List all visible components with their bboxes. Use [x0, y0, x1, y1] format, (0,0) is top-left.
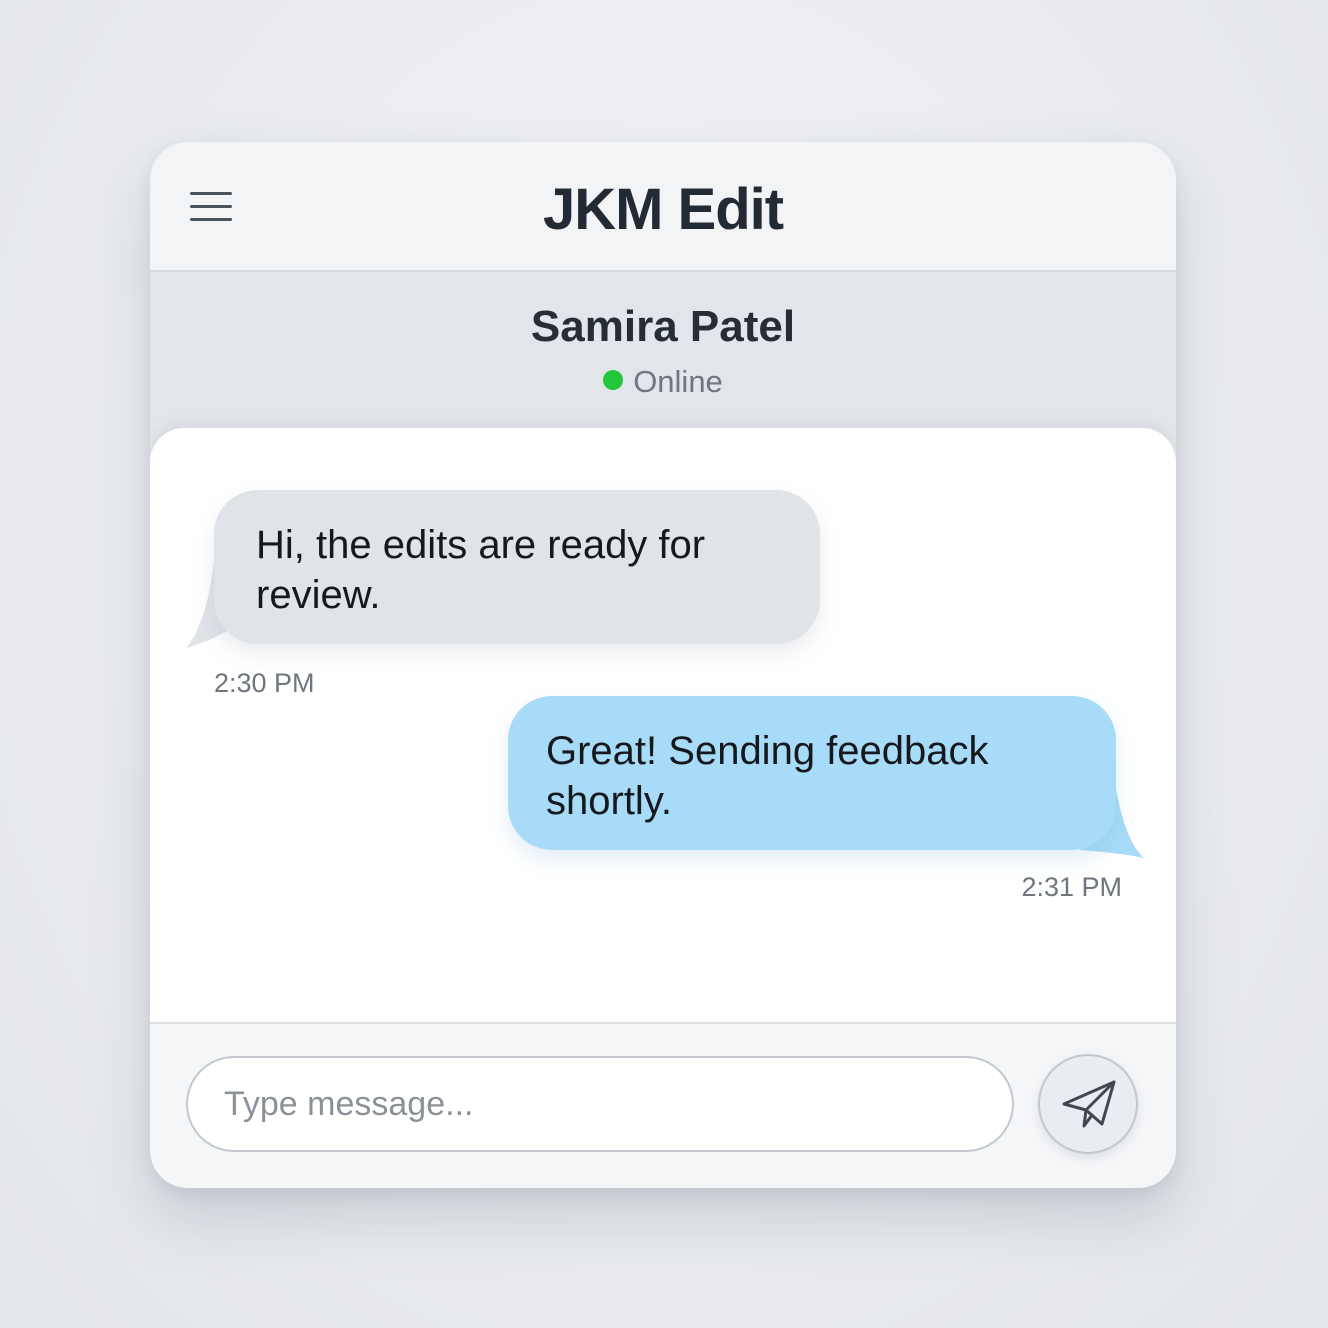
message-composer [150, 1022, 1176, 1188]
incoming-message-bubble[interactable]: Hi, the edits are ready for review. [214, 490, 820, 644]
outgoing-message-bubble[interactable]: Great! Sending feedback shortly. [508, 696, 1116, 850]
message-input[interactable] [186, 1056, 1014, 1152]
status-label: Online [633, 364, 723, 399]
app-header: JKM Edit [150, 142, 1176, 272]
message-list[interactable]: Hi, the edits are ready for review. 2:30… [150, 428, 1176, 1022]
chat-window: JKM Edit Samira Patel Online Hi, the edi… [150, 142, 1176, 1188]
contact-name: Samira Patel [530, 302, 796, 351]
outgoing-message-text: Great! Sending feedback shortly. [546, 729, 989, 823]
incoming-message-time: 2:30 PM [214, 668, 315, 698]
send-button[interactable] [1038, 1054, 1138, 1154]
online-status-dot [603, 370, 624, 390]
contact-status: Online [150, 364, 1176, 400]
outgoing-message-time: 2:31 PM [1021, 872, 1122, 902]
app-title: JKM Edit [542, 177, 784, 242]
contact-header: Samira Patel Online [150, 272, 1176, 432]
incoming-message-text: Hi, the edits are ready for review. [256, 523, 706, 617]
paper-plane-icon [1062, 1080, 1116, 1128]
